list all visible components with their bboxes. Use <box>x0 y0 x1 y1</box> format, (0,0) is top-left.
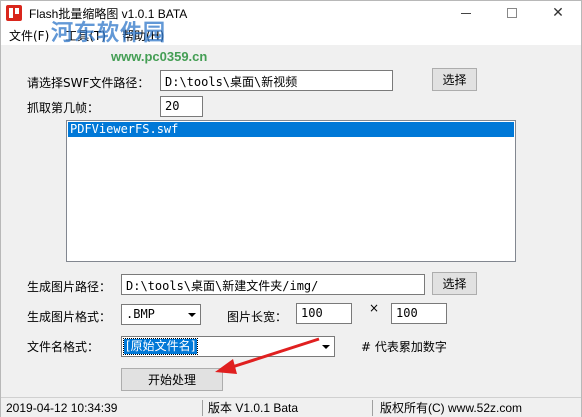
swf-path-input[interactable]: D:\tools\桌面\新视频 <box>160 70 393 91</box>
close-icon: ✕ <box>552 5 564 21</box>
width-input[interactable]: 100 <box>296 303 352 324</box>
frame-label: 抓取第几帧： <box>27 101 100 115</box>
frame-input[interactable]: 20 <box>160 96 203 117</box>
status-divider <box>372 400 373 416</box>
chevron-down-icon[interactable] <box>183 305 200 324</box>
status-datetime: 2019-04-12 10:34:39 <box>6 400 118 415</box>
list-item[interactable]: PDFViewerFS.swf <box>68 122 514 137</box>
minimize-icon <box>461 12 471 14</box>
swf-path-label: 请选择SWF文件路径： <box>27 76 150 90</box>
menu-file[interactable]: 文件(F) <box>1 27 57 44</box>
start-button[interactable]: 开始处理 <box>121 368 223 391</box>
output-path-label: 生成图片路径： <box>27 280 112 294</box>
watermark-logo: 河东软件园 <box>51 21 167 46</box>
height-input[interactable]: 100 <box>391 303 447 324</box>
format-label: 生成图片格式： <box>27 310 112 324</box>
output-path-input[interactable]: D:\tools\桌面\新建文件夹/img/ <box>121 274 425 295</box>
filename-label: 文件名格式： <box>27 340 100 354</box>
maximize-button[interactable] <box>489 1 535 25</box>
close-button[interactable]: ✕ <box>535 1 581 25</box>
status-copyright: 版权所有(C) www.52z.com <box>380 401 523 415</box>
chevron-down-icon[interactable] <box>317 337 334 356</box>
status-version: 版本 V1.0.1 Bata <box>208 401 299 415</box>
filename-hint: # 代表累加数字 <box>361 340 447 354</box>
swf-select-button[interactable]: 选择 <box>432 68 477 91</box>
filename-select-value: [原始文件名] <box>122 338 199 355</box>
status-divider <box>202 400 203 416</box>
format-select[interactable]: .BMP <box>121 304 201 325</box>
size-label: 图片长宽： <box>227 310 288 324</box>
app-window: Flash批量缩略图 v1.0.1 BATA ✕ 文件(F) 工具(T) 帮助(… <box>0 0 582 417</box>
times-icon: × <box>369 301 380 315</box>
swf-file-list[interactable]: PDFViewerFS.swf <box>66 120 516 262</box>
app-logo-icon <box>6 5 22 21</box>
format-select-value: .BMP <box>126 307 155 321</box>
minimize-button[interactable] <box>443 1 489 25</box>
filename-select[interactable]: [原始文件名] <box>121 336 335 357</box>
watermark-url: www.pc0359.cn <box>111 49 208 64</box>
maximize-icon <box>507 8 517 18</box>
output-select-button[interactable]: 选择 <box>432 272 477 295</box>
status-bar: 2019-04-12 10:34:39 版本 V1.0.1 Bata 版权所有(… <box>1 397 581 417</box>
